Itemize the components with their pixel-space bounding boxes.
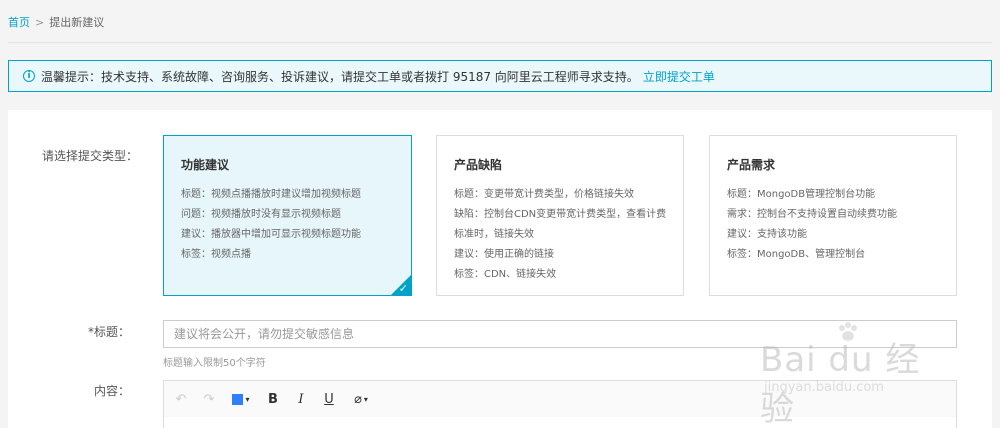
card-line: 问题：视频播放时没有显示视频标题 xyxy=(181,209,341,220)
type-card-feature[interactable]: 功能建议 标题：视频点播播放时建议增加视频标题 问题：视频播放时没有显示视频标题… xyxy=(163,135,412,296)
bold-button[interactable]: B xyxy=(264,390,282,408)
divider xyxy=(8,42,992,43)
breadcrumb-home-link[interactable]: 首页 xyxy=(8,16,30,29)
suggestion-form: 请选择提交类型： 功能建议 标题：视频点播播放时建议增加视频标题 问题：视频播放… xyxy=(8,110,992,428)
check-icon: ✓ xyxy=(398,282,408,295)
underline-button[interactable]: U xyxy=(320,390,338,408)
card-line: 建议：使用正确的链接 xyxy=(454,249,554,260)
title-label: *标题： xyxy=(87,325,130,339)
clear-format-icon: ⌀ xyxy=(354,391,362,407)
title-input[interactable] xyxy=(163,320,957,348)
card-line: 标签：MongoDB、管理控制台 xyxy=(727,249,866,260)
card-line: 标签：视频点播 xyxy=(181,249,251,260)
submit-ticket-link[interactable]: 立即提交工单 xyxy=(643,68,715,85)
redo-icon[interactable]: ↷ xyxy=(200,390,218,408)
type-card-defect[interactable]: 产品缺陷 标题：变更带宽计费类型，价格链接失效 缺陷：控制台CDN变更带宽计费类… xyxy=(436,135,684,296)
info-icon: i xyxy=(23,70,35,82)
card-line: 需求：控制台不支持设置自动续费功能 xyxy=(727,209,897,220)
card-line: 标签：CDN、链接失效 xyxy=(454,269,557,280)
notice-text: 温馨提示：技术支持、系统故障、咨询服务、投诉建议，请提交工单或者拨打 95187… xyxy=(41,69,639,84)
card-line: 建议：播放器中增加可显示视频标题功能 xyxy=(181,229,361,240)
type-card-requirement[interactable]: 产品需求 标题：MongoDB管理控制台功能 需求：控制台不支持设置自动续费功能… xyxy=(709,135,957,296)
notice-banner: i 温馨提示：技术支持、系统故障、咨询服务、投诉建议，请提交工单或者拨打 951… xyxy=(8,60,992,92)
card-line: 标题：变更带宽计费类型，价格链接失效 xyxy=(454,189,634,200)
card-line: 标题：MongoDB管理控制台功能 xyxy=(727,189,876,200)
color-swatch-icon xyxy=(232,393,244,405)
content-editor[interactable]: ↶ ↷ ▾ B I U ⌀ ▾ xyxy=(163,380,957,428)
card-line: 标题：视频点播播放时建议增加视频标题 xyxy=(181,189,361,200)
breadcrumb-current: 提出新建议 xyxy=(49,16,105,29)
card-title: 产品缺陷 xyxy=(454,158,503,172)
text-color-button[interactable]: ▾ xyxy=(228,390,254,408)
type-label: 请选择提交类型： xyxy=(42,149,139,163)
chevron-down-icon: ▾ xyxy=(363,394,368,404)
breadcrumb: 首页 > 提出新建议 xyxy=(8,14,104,30)
card-line: 标准时，链接失效 xyxy=(454,229,534,240)
title-hint: 标题输入限制50个字符 xyxy=(163,358,266,369)
card-line: 缺陷：控制台CDN变更带宽计费类型，查看计费 xyxy=(454,209,667,220)
clear-format-button[interactable]: ⌀ ▾ xyxy=(348,390,374,408)
card-line: 建议：支持该功能 xyxy=(727,229,807,240)
italic-button[interactable]: I xyxy=(292,390,310,408)
chevron-down-icon: ▾ xyxy=(245,394,250,404)
undo-icon[interactable]: ↶ xyxy=(172,390,190,408)
editor-toolbar: ↶ ↷ ▾ B I U ⌀ ▾ xyxy=(164,381,956,417)
breadcrumb-separator: > xyxy=(35,16,45,29)
content-label: 内容： xyxy=(93,384,130,398)
card-title: 产品需求 xyxy=(727,158,776,172)
card-title: 功能建议 xyxy=(181,158,230,172)
